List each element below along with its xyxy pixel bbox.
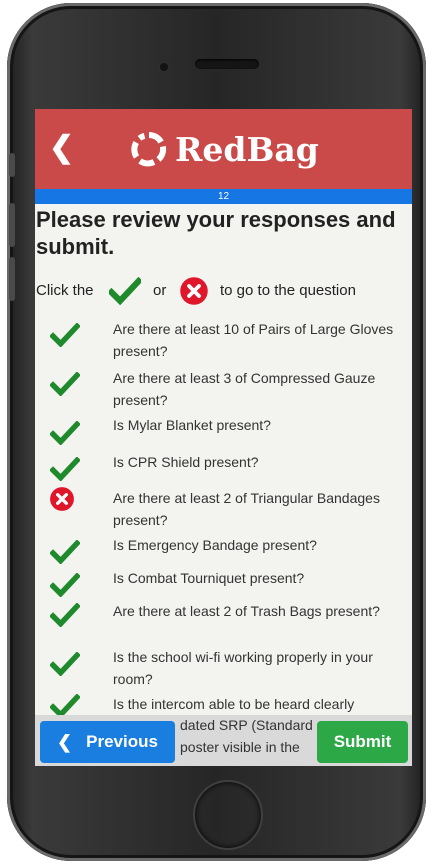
question-text[interactable]: Are there at least 2 of Triangular Banda… — [113, 487, 405, 531]
check-icon[interactable] — [50, 372, 80, 396]
question-text[interactable]: Is Emergency Bandage present? — [113, 534, 405, 556]
question-text[interactable]: Are there at least 3 of Compressed Gauze… — [113, 367, 405, 411]
phone-mute-switch — [9, 153, 15, 177]
previous-button[interactable]: ❮ Previous — [40, 721, 175, 763]
check-icon[interactable] — [50, 421, 80, 445]
earpiece-speaker — [195, 59, 259, 69]
back-chevron-icon[interactable]: ❮ — [49, 131, 74, 165]
phone-volume-up — [9, 203, 15, 247]
question-text[interactable]: Is CPR Shield present? — [113, 451, 405, 473]
question-text[interactable]: Is the intercom able to be heard clearly — [113, 693, 405, 715]
check-icon — [109, 277, 141, 305]
x-circle-icon — [180, 277, 208, 305]
instruction-text-after: to go to the question — [220, 282, 356, 299]
check-icon[interactable] — [50, 652, 80, 676]
redbag-logo: RedBag — [129, 127, 319, 171]
progress-label: 12 — [217, 191, 230, 202]
question-text-partial: dated SRP (Standard — [180, 717, 313, 733]
page-title: Please review your responses and submit. — [36, 207, 396, 259]
submit-button-label: Submit — [333, 732, 392, 751]
check-icon[interactable] — [50, 457, 80, 481]
submit-button[interactable]: Submit — [317, 721, 408, 763]
check-icon[interactable] — [50, 603, 80, 627]
progress-bar: 12 — [35, 189, 412, 204]
phone-volume-down — [9, 257, 15, 301]
app-screen: ❮ RedBag 12 Please review your responses… — [35, 109, 412, 766]
question-text-partial: poster visible in the — [180, 739, 300, 755]
front-camera — [160, 63, 168, 71]
check-icon[interactable] — [50, 323, 80, 347]
check-icon[interactable] — [50, 573, 80, 597]
instruction-row: Click the or to go to the question — [35, 274, 412, 308]
x-circle-icon[interactable] — [49, 486, 75, 512]
question-text[interactable]: Is Mylar Blanket present? — [113, 414, 405, 436]
instruction-text-before: Click the — [36, 282, 94, 299]
question-text[interactable]: Is the school wi-fi working properly in … — [113, 646, 405, 690]
previous-button-label: Previous — [86, 732, 158, 751]
question-text[interactable]: Are there at least 10 of Pairs of Large … — [113, 318, 405, 362]
app-header: ❮ RedBag — [35, 109, 412, 189]
instruction-text-or: or — [153, 282, 167, 299]
logo-ring-icon — [131, 132, 167, 167]
chevron-left-icon: ❮ — [57, 731, 73, 752]
question-text[interactable]: Is Combat Tourniquet present? — [113, 567, 405, 589]
home-button[interactable] — [193, 780, 263, 850]
app-name: RedBag — [175, 129, 319, 169]
check-icon[interactable] — [50, 540, 80, 564]
question-text[interactable]: Are there at least 2 of Trash Bags prese… — [113, 600, 405, 622]
